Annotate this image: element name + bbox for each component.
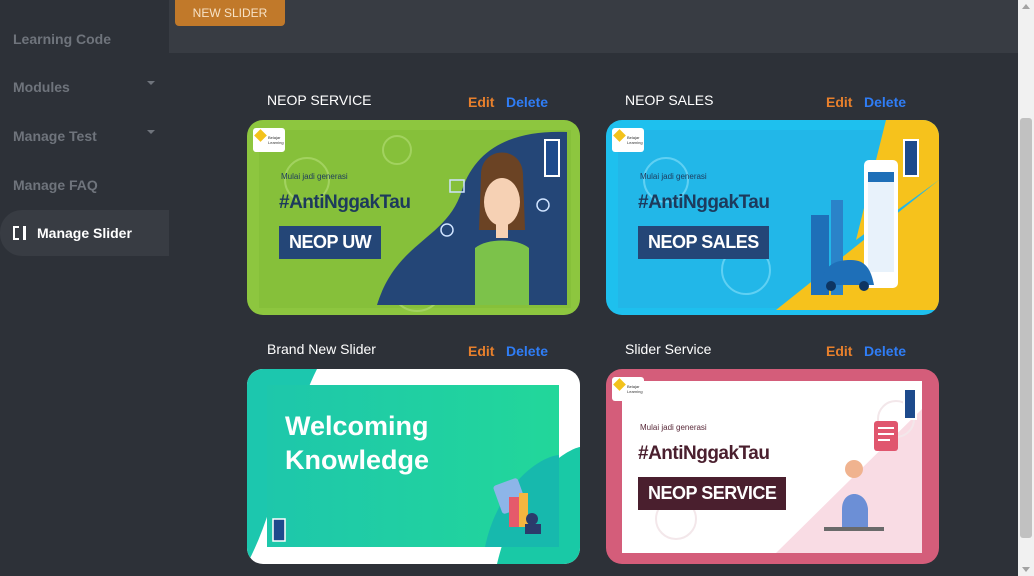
brand-logo: Belajar Learning bbox=[612, 377, 644, 401]
banner-headline: Welcoming Knowledge bbox=[285, 409, 429, 477]
sidebar-item-label: Manage Slider bbox=[37, 225, 132, 241]
banner-hashtag: #AntiNggakTau bbox=[279, 192, 411, 213]
scroll-thumb[interactable] bbox=[1020, 118, 1032, 538]
banner-hashtag: #AntiNggakTau bbox=[638, 192, 770, 213]
banner-hashtag: #AntiNggakTau bbox=[638, 443, 770, 464]
banner-art bbox=[622, 381, 922, 553]
sidebar-item-manage-test[interactable]: Manage Test bbox=[0, 113, 169, 159]
banner-subtitle: Mulai jadi generasi bbox=[640, 172, 707, 181]
banner-subtitle: Mulai jadi generasi bbox=[281, 172, 348, 181]
slider-image[interactable]: Welcoming Knowledge bbox=[247, 369, 580, 564]
banner-tag: NEOP SERVICE bbox=[638, 477, 787, 510]
scroll-up-icon[interactable] bbox=[1022, 4, 1030, 9]
edit-button[interactable]: Edit bbox=[468, 94, 494, 110]
slider-image[interactable]: Belajar Learning Mulai jadi generasi #An… bbox=[606, 369, 939, 564]
slider-title: NEOP SALES bbox=[625, 92, 714, 108]
delete-button[interactable]: Delete bbox=[506, 343, 548, 359]
sidebar-item-label: Modules bbox=[13, 79, 70, 95]
banner-art bbox=[618, 120, 939, 310]
chevron-down-icon bbox=[147, 81, 155, 85]
scrollbar[interactable] bbox=[1018, 0, 1034, 576]
banner-tag: NEOP SALES bbox=[638, 226, 769, 259]
sidebar: Learning Code Modules Manage Test Manage… bbox=[0, 0, 169, 576]
headline-line-1: Welcoming bbox=[285, 411, 429, 441]
delete-button[interactable]: Delete bbox=[506, 94, 548, 110]
sidebar-item-manage-slider[interactable]: Manage Slider bbox=[0, 210, 169, 256]
edit-button[interactable]: Edit bbox=[826, 94, 852, 110]
slider-icon bbox=[13, 226, 26, 240]
slider-image[interactable]: Belajar Learning Mulai jadi generasi #An… bbox=[247, 120, 580, 315]
banner-art bbox=[259, 130, 571, 312]
scroll-down-icon[interactable] bbox=[1022, 567, 1030, 572]
delete-button[interactable]: Delete bbox=[864, 94, 906, 110]
brand-logo: Belajar Learning bbox=[253, 128, 285, 152]
headline-line-2: Knowledge bbox=[285, 445, 430, 475]
new-slider-button[interactable]: NEW SLIDER bbox=[175, 0, 285, 26]
slider-card-header: Brand New Slider Edit Delete bbox=[267, 341, 580, 363]
brand-logo: Belajar Learning bbox=[612, 128, 644, 152]
edit-button[interactable]: Edit bbox=[468, 343, 494, 359]
banner-subtitle: Mulai jadi generasi bbox=[640, 423, 707, 432]
banner-tag: NEOP UW bbox=[279, 226, 382, 259]
header: NEW SLIDER bbox=[169, 0, 1018, 53]
edit-button[interactable]: Edit bbox=[826, 343, 852, 359]
sidebar-item-label: Manage FAQ bbox=[13, 177, 98, 193]
slider-card-header: NEOP SALES Edit Delete bbox=[625, 92, 938, 114]
delete-button[interactable]: Delete bbox=[864, 343, 906, 359]
sidebar-item-label: Learning Code bbox=[13, 31, 112, 47]
sidebar-item-learning-code[interactable]: Learning Code bbox=[0, 16, 169, 62]
slider-card-header: NEOP SERVICE Edit Delete bbox=[267, 92, 580, 114]
slider-title: Brand New Slider bbox=[267, 341, 376, 357]
slider-image[interactable]: Belajar Learning Mulai jadi generasi #An… bbox=[606, 120, 939, 315]
sidebar-item-label: Manage Test bbox=[13, 128, 97, 144]
sidebar-item-modules[interactable]: Modules bbox=[0, 64, 169, 110]
slider-title: NEOP SERVICE bbox=[267, 92, 372, 108]
slider-card-header: Slider Service Edit Delete bbox=[625, 341, 938, 363]
sidebar-item-manage-faq[interactable]: Manage FAQ bbox=[0, 162, 169, 208]
chevron-down-icon bbox=[147, 130, 155, 134]
slider-title: Slider Service bbox=[625, 341, 712, 357]
